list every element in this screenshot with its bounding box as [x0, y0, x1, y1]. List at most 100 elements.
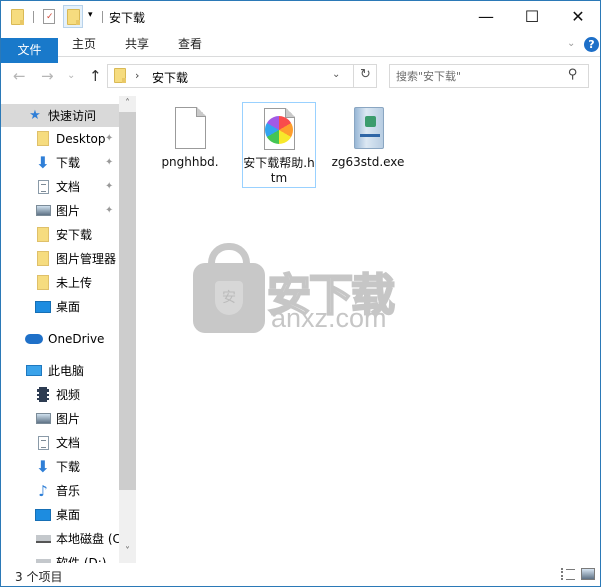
pin-icon[interactable]: ✦	[105, 157, 113, 168]
status-bar: 3 个项目	[1, 563, 600, 586]
search-icon[interactable]: ⚲	[568, 67, 578, 82]
nav-scrollbar[interactable]: ˄ ˅	[119, 96, 136, 563]
search-box[interactable]: ⚲	[389, 64, 589, 88]
nav-label: 图片	[56, 412, 81, 426]
window-title: 安下载	[109, 11, 146, 25]
refresh-button[interactable]: ↻	[360, 67, 371, 82]
disk-icon	[35, 534, 51, 543]
large-icons-view-icon[interactable]	[581, 568, 595, 580]
nav-item-anxz[interactable]: 安下载	[1, 223, 119, 246]
music-icon: ♪	[38, 481, 48, 500]
expand-ribbon-icon[interactable]: ⌄	[567, 38, 575, 49]
up-button[interactable]: ↑	[89, 67, 102, 85]
address-bar[interactable]: › 安下载 ⌄ ↻	[107, 64, 377, 88]
nav-item-downloads[interactable]: ⬇ 下载 ✦	[1, 151, 119, 174]
nav-label: 音乐	[56, 484, 81, 498]
navigation-bar: ← → ⌄ ↑ › 安下载 ⌄ ↻ ⚲	[1, 58, 600, 96]
tab-view[interactable]: 查看	[164, 32, 216, 57]
nav-item-pc-desktop[interactable]: 桌面	[1, 503, 119, 526]
nav-item-desktop-cn[interactable]: 桌面	[1, 295, 119, 318]
nav-label: 图片管理器	[56, 252, 117, 266]
file-name: zg63std.exe	[331, 155, 405, 169]
watermark-logo: 安 安下载 anxz.com	[193, 243, 413, 338]
maximize-button[interactable]: ☐	[509, 1, 555, 31]
nav-item-pictures[interactable]: 图片 ✦	[1, 199, 119, 222]
nav-label: Desktop	[56, 131, 106, 146]
navigation-pane: ★ 快速访问 Desktop ✦ ⬇ 下载 ✦ 文档 ✦ 图片 ✦ 安下载 图片…	[1, 96, 136, 563]
document-icon	[37, 179, 49, 194]
nav-item-drive-c[interactable]: 本地磁盘 (C	[1, 527, 121, 550]
watermark-en-text: anxz.com	[271, 303, 387, 333]
shield-icon: 安	[215, 281, 243, 315]
nav-quick-access[interactable]: ★ 快速访问	[1, 104, 119, 127]
tab-share[interactable]: 共享	[111, 32, 163, 57]
nav-label: 文档	[56, 180, 81, 194]
new-folder-icon	[67, 9, 80, 25]
file-name: pnghhbd.	[161, 155, 219, 169]
nav-item-pc-documents[interactable]: 文档	[1, 431, 119, 454]
document-icon	[37, 435, 49, 450]
customize-dropdown-icon[interactable]: ▾	[88, 10, 93, 30]
separator	[102, 11, 103, 23]
breadcrumb-chevron-icon[interactable]: ›	[135, 69, 139, 82]
nav-item-pc-downloads[interactable]: ⬇ 下载	[1, 455, 119, 478]
details-view-icon[interactable]	[561, 568, 575, 580]
pin-icon[interactable]: ✦	[105, 181, 113, 192]
file-item[interactable]: zg63std.exe	[331, 102, 405, 170]
nav-item-not-uploaded[interactable]: 未上传	[1, 271, 119, 294]
nav-item-pc-pictures[interactable]: 图片	[1, 407, 119, 430]
nav-item-documents[interactable]: 文档 ✦	[1, 175, 119, 198]
nav-onedrive[interactable]: OneDrive	[1, 327, 119, 350]
file-item[interactable]: pnghhbd.	[153, 102, 227, 170]
blank-file-icon	[175, 107, 206, 149]
nav-label: 桌面	[56, 508, 81, 522]
nav-this-pc[interactable]: 此电脑	[1, 359, 119, 382]
new-folder-button[interactable]	[63, 5, 83, 28]
scroll-thumb[interactable]	[119, 112, 136, 490]
nav-label: 快速访问	[48, 109, 97, 123]
separator	[33, 11, 34, 23]
nav-item-videos[interactable]: 视频	[1, 383, 119, 406]
title-bar: ✓ ▾ 安下载 — ☐ ✕	[1, 1, 600, 32]
nav-item-image-manager[interactable]: 图片管理器	[1, 247, 119, 270]
pictures-icon	[35, 205, 51, 216]
nav-item-drive-d[interactable]: 软件 (D:)	[1, 551, 119, 563]
nav-label: 下载	[56, 156, 81, 170]
installer-box-icon	[354, 107, 384, 149]
tab-home[interactable]: 主页	[58, 32, 110, 57]
pin-icon[interactable]: ✦	[105, 133, 113, 144]
search-input[interactable]	[396, 68, 566, 84]
star-icon: ★	[29, 108, 41, 123]
nav-label: 桌面	[56, 300, 81, 314]
file-item-selected[interactable]: 安下载帮助.htm	[242, 102, 316, 188]
help-icon[interactable]: ?	[584, 37, 599, 52]
browser-wheel-icon	[265, 116, 293, 144]
address-dropdown-icon[interactable]: ⌄	[332, 69, 340, 80]
desktop-icon	[35, 300, 51, 313]
download-icon: ⬇	[36, 457, 50, 476]
close-button[interactable]: ✕	[555, 1, 601, 31]
nav-item-desktop[interactable]: Desktop ✦	[1, 127, 119, 150]
video-icon	[37, 387, 49, 402]
properties-icon[interactable]: ✓	[43, 9, 55, 24]
nav-label: 文档	[56, 436, 81, 450]
nav-label: 软件 (D:)	[56, 556, 107, 563]
item-count: 3 个项目	[15, 570, 63, 584]
pictures-icon	[35, 413, 51, 424]
nav-label: 安下载	[56, 228, 93, 242]
recent-locations-button[interactable]: ⌄	[67, 70, 75, 81]
scroll-up-icon[interactable]: ˄	[119, 98, 136, 109]
nav-item-music[interactable]: ♪ 音乐	[1, 479, 119, 502]
folder-icon	[37, 227, 49, 242]
desktop-icon	[35, 508, 51, 521]
pin-icon[interactable]: ✦	[105, 205, 113, 216]
folder-icon	[37, 131, 49, 146]
back-button[interactable]: ←	[13, 67, 26, 85]
forward-button[interactable]: →	[41, 67, 54, 85]
nav-label: 本地磁盘 (C	[56, 532, 121, 546]
explorer-window: ✓ ▾ 安下载 — ☐ ✕ 文件 主页 共享 查看 ⌄ ? ← → ⌄ ↑ › …	[0, 0, 601, 587]
folder-icon	[114, 68, 126, 83]
scroll-down-icon[interactable]: ˅	[119, 546, 136, 557]
minimize-button[interactable]: —	[463, 1, 509, 31]
breadcrumb-item[interactable]: 安下载	[152, 69, 188, 86]
